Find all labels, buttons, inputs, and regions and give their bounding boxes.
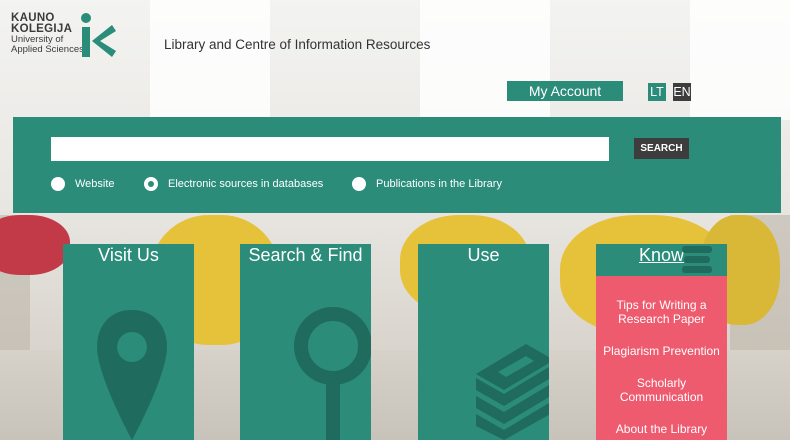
- tile-use[interactable]: Use: [418, 244, 549, 440]
- menu-item-about-library[interactable]: About the Library: [596, 422, 727, 436]
- logo-k-icon: [81, 13, 116, 57]
- tile-title: Visit Us: [98, 245, 159, 265]
- language-lt-button[interactable]: LT: [648, 83, 666, 101]
- magnifier-icon: [294, 307, 371, 440]
- books-icon: [476, 344, 549, 440]
- site-title: Library and Centre of Information Resour…: [164, 37, 431, 52]
- know-dropdown-menu: Tips for Writing a Research Paper Plagia…: [596, 276, 727, 440]
- logo[interactable]: KAUNO KOLEGIJA University of Applied Sci…: [11, 12, 121, 73]
- tile-visit-us[interactable]: Visit Us: [63, 244, 194, 440]
- radio-publications[interactable]: Publications in the Library: [352, 176, 502, 192]
- header: KAUNO KOLEGIJA University of Applied Sci…: [0, 0, 790, 115]
- logo-line4: Applied Sciences: [11, 44, 84, 55]
- language-en-button[interactable]: EN: [673, 83, 691, 101]
- tile-search-find[interactable]: Search & Find: [240, 244, 371, 440]
- radio-circle: [51, 177, 65, 191]
- menu-item-scholarly-communication[interactable]: Scholarly Communication: [596, 376, 727, 404]
- radio-electronic-sources[interactable]: Electronic sources in databases: [144, 176, 323, 192]
- tile-title: Use: [467, 245, 500, 265]
- menu-item-plagiarism-prevention[interactable]: Plagiarism Prevention: [596, 344, 727, 358]
- search-input[interactable]: [51, 137, 609, 161]
- radio-label: Website: [75, 178, 115, 190]
- search-button[interactable]: SEARCH: [634, 138, 689, 159]
- logo-text: KAUNO KOLEGIJA University of Applied Sci…: [11, 12, 84, 55]
- radio-circle-selected: [144, 177, 158, 191]
- tile-know[interactable]: Know: [596, 244, 727, 276]
- radio-circle: [352, 177, 366, 191]
- my-account-button[interactable]: My Account: [507, 81, 623, 101]
- tile-title: Search & Find: [248, 245, 363, 265]
- stack-icon: [682, 246, 712, 273]
- search-panel: SEARCH Website Electronic sources in dat…: [13, 117, 781, 213]
- menu-item-research-paper-tips[interactable]: Tips for Writing a Research Paper: [596, 298, 727, 326]
- radio-label: Publications in the Library: [376, 178, 502, 190]
- radio-label: Electronic sources in databases: [168, 178, 324, 190]
- map-pin-icon: [97, 310, 167, 440]
- radio-website[interactable]: Website: [51, 176, 115, 192]
